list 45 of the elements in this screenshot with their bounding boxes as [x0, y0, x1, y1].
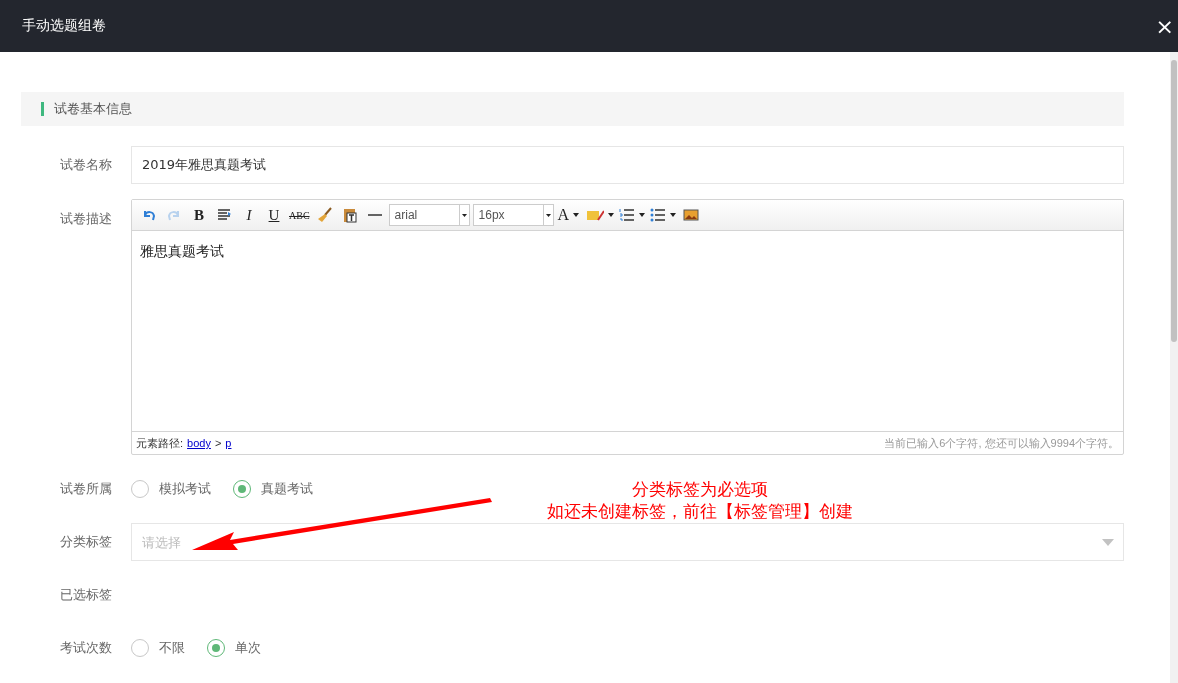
tag-select[interactable]: 请选择: [131, 523, 1124, 561]
field-label: 分类标签: [59, 533, 113, 551]
field-label: 考试次数: [59, 639, 113, 657]
caret-icon: [458, 205, 469, 225]
strikethrough-button[interactable]: ABC: [288, 204, 311, 226]
caret-icon: [639, 213, 646, 217]
field-label: 试卷名称: [59, 156, 113, 174]
input-field[interactable]: 2019年雅思真题考试: [131, 146, 1124, 184]
close-button[interactable]: ×: [1151, 13, 1178, 39]
lines-icon: [216, 207, 232, 223]
path-label: 元素路径:: [136, 435, 184, 451]
bullet-list-icon: [650, 207, 667, 223]
dropdown-caret-icon: [1102, 539, 1114, 546]
italic-button[interactable]: I: [238, 204, 260, 226]
annotation-text: 分类标签为必选项: [632, 478, 768, 500]
dropdown[interactable]: arial: [388, 204, 470, 226]
radio-option[interactable]: 模拟考试: [131, 480, 211, 498]
caret-icon: [670, 213, 677, 217]
field-label: 试卷所属: [59, 480, 113, 498]
character-counter: 当前已输入6个字符, 您还可以输入9994个字符。: [884, 435, 1119, 451]
annotation-text: 如还未创建标签，前往【标签管理】创建: [547, 500, 853, 522]
scrollbar[interactable]: [1170, 52, 1178, 683]
bold-button[interactable]: B: [188, 204, 210, 226]
field-label: 已选标签: [59, 586, 113, 604]
dropdown[interactable]: 16px: [472, 204, 554, 226]
clipboard-icon: [341, 207, 358, 223]
font-color-button[interactable]: A: [556, 204, 581, 226]
field-label: 试卷描述: [59, 210, 113, 228]
line-icon: [367, 214, 382, 216]
caret-icon: [573, 213, 580, 217]
path-link[interactable]: body: [187, 437, 211, 449]
radio-option[interactable]: 不限: [131, 639, 185, 657]
numbered-list-icon: [619, 207, 636, 223]
editor-content[interactable]: 雅思真题考试: [132, 231, 1123, 431]
brush-icon: [316, 207, 333, 223]
section-title: 试卷基本信息: [54, 100, 132, 118]
caret-icon: [542, 205, 553, 225]
underline-button[interactable]: U: [263, 204, 285, 226]
image-icon: [683, 207, 700, 223]
path-separator: >: [214, 437, 222, 449]
radio-option[interactable]: 单次: [207, 639, 261, 657]
path-link[interactable]: p: [225, 437, 232, 449]
window-title: 手动选题组卷: [22, 17, 106, 35]
caret-icon: [608, 213, 615, 217]
radio-option[interactable]: 真题考试: [233, 480, 313, 498]
